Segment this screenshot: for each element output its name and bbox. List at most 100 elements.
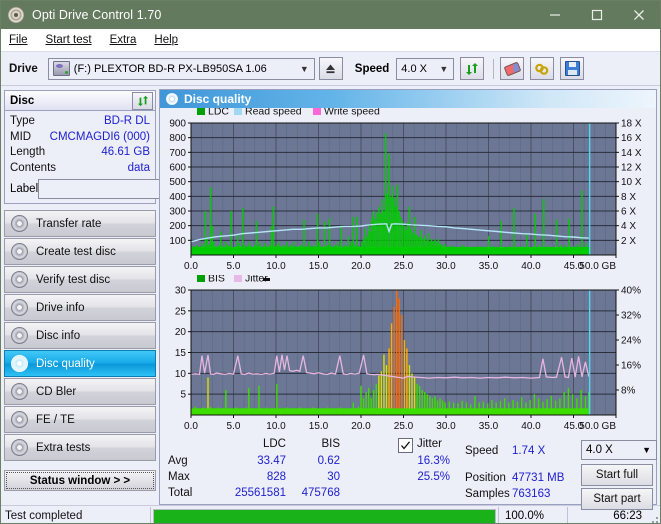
svg-text:20.0: 20.0 xyxy=(351,261,371,272)
svg-text:8 X: 8 X xyxy=(621,192,636,203)
status-message: Test completed xyxy=(5,510,83,522)
sidebar-item-label: Disc info xyxy=(36,329,81,342)
plug-icon xyxy=(535,63,549,75)
disc-label-row: Label xyxy=(10,179,241,199)
svg-text:10.0: 10.0 xyxy=(266,421,286,432)
bis-jitter-chart[interactable]: 5 10 15 20 25 30 8% 16% 24% 32% 40% 0.0 5.0 10.0 15.0 2… xyxy=(160,275,652,435)
svg-text:40%: 40% xyxy=(621,286,641,297)
svg-text:14 X: 14 X xyxy=(621,148,642,159)
disc-row-type: Type BD-R DL xyxy=(10,114,150,130)
stats-row-avg-label: Avg xyxy=(168,455,188,467)
panel-header: Disc quality xyxy=(160,90,656,108)
drive-label: Drive xyxy=(9,62,38,75)
start-part-label: Start part xyxy=(593,493,641,505)
sidebar-item-label: Transfer rate xyxy=(36,217,102,230)
sidebar-item-label: Verify test disc xyxy=(36,273,111,286)
disc-info-icon xyxy=(11,327,28,344)
svg-text:8%: 8% xyxy=(621,386,636,397)
ldc-chart[interactable]: 100 200 300 400 500 600 700 800 900 2 X 4 X 6 X 8 X 1… xyxy=(160,108,652,275)
eject-button[interactable] xyxy=(318,57,343,80)
sidebar-item-label: FE / TE xyxy=(36,413,75,426)
save-button[interactable] xyxy=(560,57,585,80)
sidebar: Disc Type BD-R DL MID CMCMAGDI6 (000) Le… xyxy=(1,86,241,505)
speed-select[interactable]: 4.0 X ▼ xyxy=(396,57,455,80)
disc-create-icon xyxy=(11,243,28,260)
start-part-button[interactable]: Start part xyxy=(581,488,653,510)
start-full-button[interactable]: Start full xyxy=(581,464,653,486)
menu-bar: File Start test Extra Help xyxy=(1,29,660,52)
svg-text:35.0: 35.0 xyxy=(479,261,499,272)
sidebar-item-disc-info[interactable]: Disc info xyxy=(4,322,156,349)
sidebar-item-fe-te[interactable]: FE / TE xyxy=(4,406,156,433)
maximize-button[interactable] xyxy=(576,1,618,29)
speed-select-bottom[interactable]: 4.0 X ▼ xyxy=(581,440,657,460)
start-full-label: Start full xyxy=(595,469,639,481)
sidebar-item-verify-test-disc[interactable]: Verify test disc xyxy=(4,266,156,293)
sidebar-item-create-test-disc[interactable]: Create test disc xyxy=(4,238,156,265)
disc-quality-panel: Disc quality 100 200 300 400 500 600 700 800 900… xyxy=(159,89,657,510)
stats-avg-ldc: 33.47 xyxy=(257,455,286,467)
sidebar-item-drive-info[interactable]: Drive info xyxy=(4,294,156,321)
status-window-button[interactable]: Status window > > xyxy=(4,470,156,491)
legend-marker-icon xyxy=(263,278,270,281)
stats-col-ldc: LDC xyxy=(262,438,286,450)
stats-max-bis: 30 xyxy=(327,471,340,483)
progress-cell xyxy=(150,507,498,523)
chevron-down-icon: ▼ xyxy=(642,445,651,455)
disc-row-mid: MID CMCMAGDI6 (000) xyxy=(10,130,150,146)
menu-help[interactable]: Help xyxy=(154,34,178,46)
disc-panel-title: Disc xyxy=(10,94,35,107)
sidebar-item-cd-bler[interactable]: CD Bler xyxy=(4,378,156,405)
svg-text:30.0: 30.0 xyxy=(436,261,456,272)
disc-fete-icon xyxy=(11,411,28,428)
svg-text:LDC: LDC xyxy=(208,108,229,118)
disc-refresh-button[interactable] xyxy=(132,91,153,110)
svg-text:0.0: 0.0 xyxy=(184,261,198,272)
svg-text:32%: 32% xyxy=(621,311,641,322)
sidebar-item-disc-quality[interactable]: Disc quality xyxy=(4,350,156,377)
disc-bler-icon xyxy=(11,383,28,400)
refresh-button[interactable] xyxy=(460,57,485,80)
drive-select-value: (F:) PLEXTOR BD-R PX-LB950SA 1.06 xyxy=(73,62,267,75)
speed-select-bottom-value: 4.0 X xyxy=(586,444,613,456)
disc-type-value: BD-R DL xyxy=(103,115,150,127)
stats-avg-jitter: 16.3% xyxy=(417,455,450,467)
disc-quality-icon xyxy=(11,355,28,372)
toolbar-divider xyxy=(493,58,495,79)
close-button[interactable] xyxy=(618,1,660,29)
svg-text:5: 5 xyxy=(180,390,186,401)
svg-text:10 X: 10 X xyxy=(621,177,642,188)
plug-button[interactable] xyxy=(530,57,555,80)
svg-text:30: 30 xyxy=(175,286,187,297)
svg-text:6 X: 6 X xyxy=(621,207,636,218)
menu-extra[interactable]: Extra xyxy=(110,34,137,46)
svg-text:800: 800 xyxy=(169,133,186,144)
save-icon xyxy=(564,61,580,76)
speed-select-value: 4.0 X xyxy=(401,62,427,75)
sidebar-item-extra-tests[interactable]: Extra tests xyxy=(4,434,156,461)
svg-text:600: 600 xyxy=(169,163,186,174)
disc-mid-label: MID xyxy=(10,130,32,143)
charts-container: 100 200 300 400 500 600 700 800 900 2 X 4 X 6 X 8 X 1… xyxy=(160,108,656,435)
svg-text:Read speed: Read speed xyxy=(245,108,302,118)
svg-text:10: 10 xyxy=(175,369,187,380)
menu-file-label: File xyxy=(9,34,28,46)
drive-icon xyxy=(52,61,70,76)
svg-text:25.0: 25.0 xyxy=(394,421,414,432)
erase-button[interactable] xyxy=(500,57,525,80)
svg-text:35.0: 35.0 xyxy=(479,421,499,432)
jitter-checkbox[interactable] xyxy=(398,438,413,453)
menu-file[interactable]: File xyxy=(9,34,28,46)
position-label: Position xyxy=(465,472,506,484)
minimize-button[interactable] xyxy=(534,1,576,29)
disc-label-caption: Label xyxy=(10,183,39,195)
stats-max-jitter: 25.5% xyxy=(417,471,450,483)
disc-quality-icon xyxy=(166,93,178,105)
disc-contents-label: Contents xyxy=(10,161,57,174)
disc-type-label: Type xyxy=(10,115,35,127)
menu-start-test[interactable]: Start test xyxy=(46,34,92,46)
sidebar-item-transfer-rate[interactable]: Transfer rate xyxy=(4,210,156,237)
svg-text:400: 400 xyxy=(169,192,186,203)
svg-text:40.0: 40.0 xyxy=(521,421,541,432)
drive-select[interactable]: (F:) PLEXTOR BD-R PX-LB950SA 1.06 ▼ xyxy=(47,57,315,80)
